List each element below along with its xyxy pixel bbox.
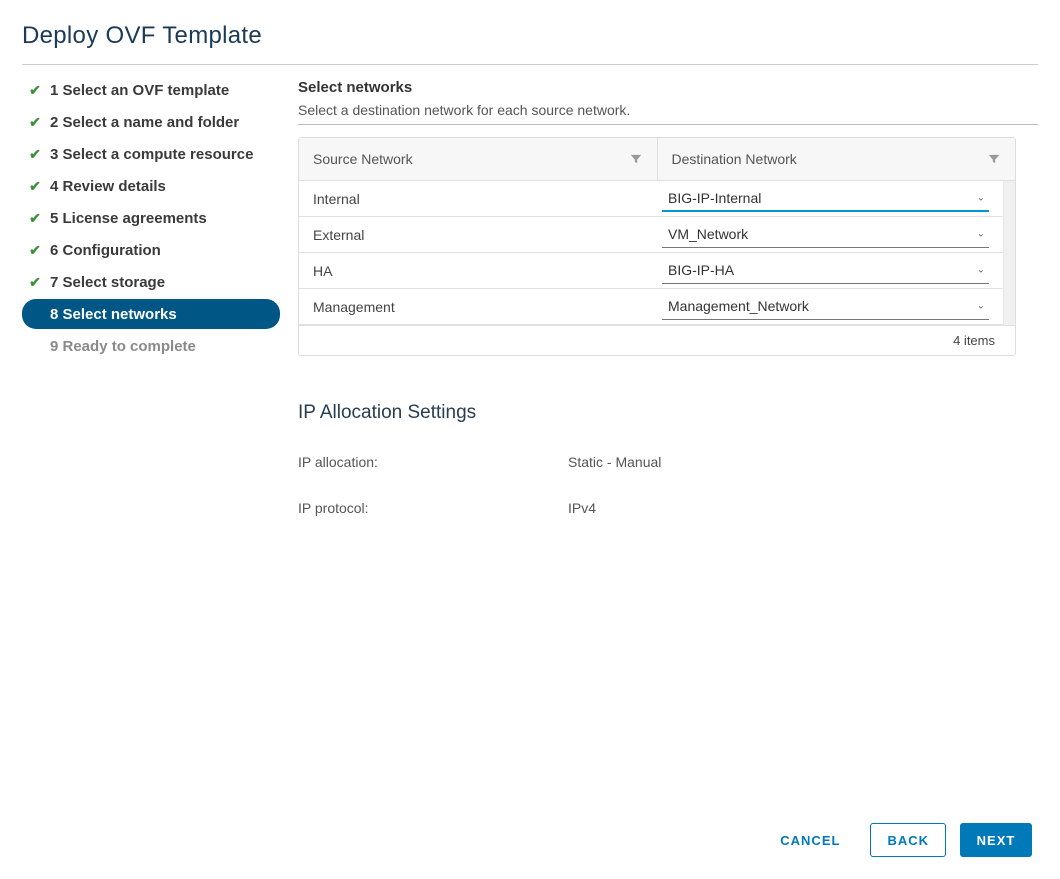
step-label: 4 Review details <box>50 178 166 195</box>
step-9: ✔ 9 Ready to complete <box>22 331 280 361</box>
source-network-cell: Management <box>299 299 654 315</box>
select-value: VM_Network <box>668 226 748 242</box>
step-6[interactable]: ✔ 6 Configuration <box>22 235 280 265</box>
source-network-cell: External <box>299 227 654 243</box>
select-value: Management_Network <box>668 298 809 314</box>
check-icon: ✔ <box>26 114 44 131</box>
destination-network-select[interactable]: BIG-IP-Internal ⌄ <box>662 186 989 212</box>
section-heading: Select networks <box>298 79 1038 96</box>
table-header: Source Network Destination Network <box>299 138 1015 181</box>
next-button[interactable]: NEXT <box>960 823 1032 857</box>
wizard-button-bar: CANCEL BACK NEXT <box>764 823 1032 857</box>
column-header-destination[interactable]: Destination Network <box>657 138 1016 180</box>
filter-icon[interactable] <box>987 152 1001 166</box>
chevron-down-icon: ⌄ <box>977 265 985 276</box>
step-4[interactable]: ✔ 4 Review details <box>22 171 280 201</box>
cancel-button[interactable]: CANCEL <box>764 823 856 857</box>
ip-allocation-row: IP allocation: Static - Manual <box>298 446 1038 478</box>
check-icon: ✔ <box>26 146 44 163</box>
table-footer: 4 items <box>299 325 1015 355</box>
chevron-down-icon: ⌄ <box>977 229 985 240</box>
check-icon: ✔ <box>26 178 44 195</box>
destination-network-cell: BIG-IP-Internal ⌄ <box>654 186 1003 212</box>
section-divider <box>298 124 1038 125</box>
select-value: BIG-IP-HA <box>668 262 734 278</box>
wizard-step-sidebar: ✔ 1 Select an OVF template ✔ 2 Select a … <box>22 75 280 538</box>
step-1[interactable]: ✔ 1 Select an OVF template <box>22 75 280 105</box>
check-icon: ✔ <box>26 210 44 227</box>
step-3[interactable]: ✔ 3 Select a compute resource <box>22 139 280 169</box>
table-row: Management Management_Network ⌄ <box>299 289 1003 325</box>
table-scrollbar[interactable] <box>1003 181 1015 325</box>
step-label: 1 Select an OVF template <box>50 82 229 99</box>
select-value: BIG-IP-Internal <box>668 190 761 206</box>
ip-allocation-label: IP allocation: <box>298 454 568 470</box>
table-row: External VM_Network ⌄ <box>299 217 1003 253</box>
section-description: Select a destination network for each so… <box>298 102 1038 118</box>
header-divider <box>22 64 1038 65</box>
column-header-source[interactable]: Source Network <box>299 138 657 180</box>
source-network-cell: Internal <box>299 191 654 207</box>
step-label: 8 Select networks <box>50 306 177 323</box>
table-body: Internal BIG-IP-Internal ⌄ External VM_N… <box>299 181 1015 325</box>
step-label: 9 Ready to complete <box>50 338 196 355</box>
table-row: HA BIG-IP-HA ⌄ <box>299 253 1003 289</box>
step-8[interactable]: ✔ 8 Select networks <box>22 299 280 329</box>
check-icon: ✔ <box>26 274 44 291</box>
main-panel: Select networks Select a destination net… <box>298 75 1038 538</box>
ip-allocation-value: Static - Manual <box>568 454 1038 470</box>
check-icon: ✔ <box>26 242 44 259</box>
destination-network-cell: BIG-IP-HA ⌄ <box>654 258 1003 284</box>
ip-protocol-value: IPv4 <box>568 500 1038 516</box>
layout: ✔ 1 Select an OVF template ✔ 2 Select a … <box>22 75 1038 538</box>
back-button[interactable]: BACK <box>870 823 946 857</box>
destination-network-cell: Management_Network ⌄ <box>654 294 1003 320</box>
step-label: 3 Select a compute resource <box>50 146 253 163</box>
step-label: 5 License agreements <box>50 210 207 227</box>
destination-network-select[interactable]: Management_Network ⌄ <box>662 294 989 320</box>
step-5[interactable]: ✔ 5 License agreements <box>22 203 280 233</box>
ip-allocation-heading: IP Allocation Settings <box>298 402 1038 424</box>
destination-network-cell: VM_Network ⌄ <box>654 222 1003 248</box>
step-label: 2 Select a name and folder <box>50 114 239 131</box>
step-2[interactable]: ✔ 2 Select a name and folder <box>22 107 280 137</box>
ip-protocol-label: IP protocol: <box>298 500 568 516</box>
page-title: Deploy OVF Template <box>22 22 1038 50</box>
chevron-down-icon: ⌄ <box>977 192 985 203</box>
chevron-down-icon: ⌄ <box>977 301 985 312</box>
table-item-count: 4 items <box>953 333 995 348</box>
column-label: Source Network <box>313 151 629 167</box>
network-mapping-table: Source Network Destination Network Inter… <box>298 137 1016 356</box>
column-label: Destination Network <box>672 151 988 167</box>
check-icon: ✔ <box>26 82 44 99</box>
ip-protocol-row: IP protocol: IPv4 <box>298 492 1038 524</box>
destination-network-select[interactable]: BIG-IP-HA ⌄ <box>662 258 989 284</box>
source-network-cell: HA <box>299 263 654 279</box>
filter-icon[interactable] <box>629 152 643 166</box>
step-label: 7 Select storage <box>50 274 165 291</box>
step-7[interactable]: ✔ 7 Select storage <box>22 267 280 297</box>
table-row: Internal BIG-IP-Internal ⌄ <box>299 181 1003 217</box>
destination-network-select[interactable]: VM_Network ⌄ <box>662 222 989 248</box>
step-label: 6 Configuration <box>50 242 161 259</box>
